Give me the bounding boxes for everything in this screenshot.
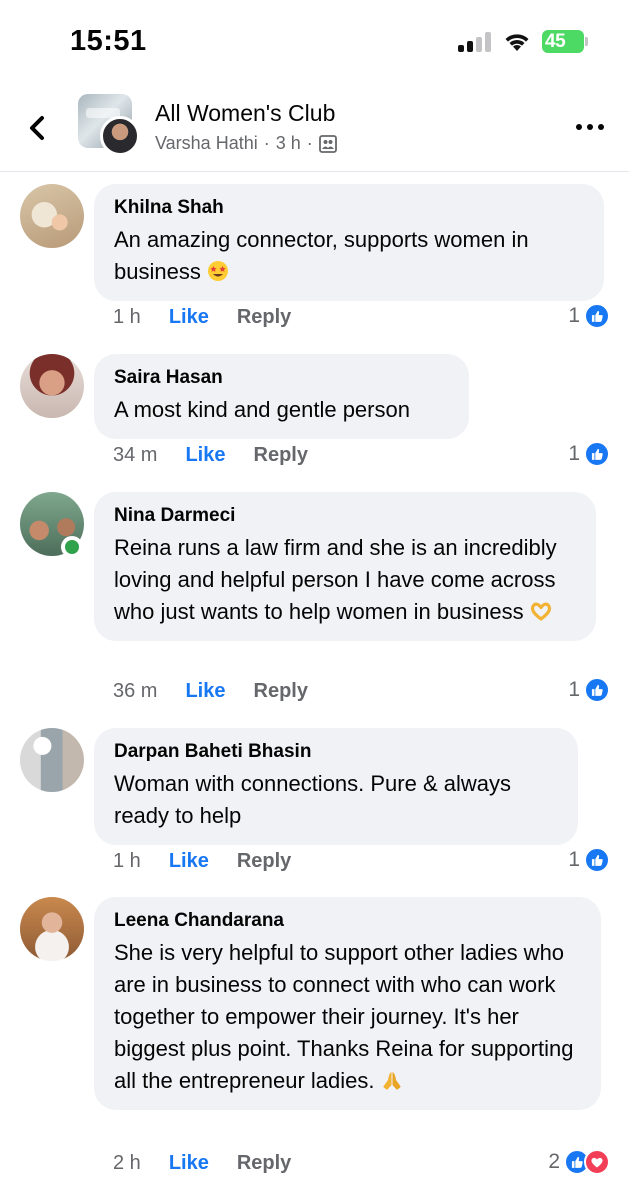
comment-text: She is very helpful to support other lad… xyxy=(114,937,581,1097)
comment-text-body: She is very helpful to support other lad… xyxy=(114,940,574,1093)
comment-actions: 1 h Like Reply xyxy=(113,306,291,329)
comment-time: 1 h xyxy=(113,850,141,872)
like-reaction-icon xyxy=(584,303,610,329)
cellular-signal-icon xyxy=(458,32,492,52)
commenter-avatar[interactable] xyxy=(20,354,84,418)
wifi-icon xyxy=(505,34,529,51)
comment-time: 2 h xyxy=(113,1152,141,1174)
comment-text: An amazing connector, supports women in … xyxy=(114,224,584,288)
battery-icon: 45 xyxy=(542,30,588,53)
group-members-icon xyxy=(318,134,337,153)
comment-actions: 34 m Like Reply xyxy=(113,444,308,467)
folded-hands-emoji xyxy=(381,1072,402,1091)
comment-text: Reina runs a law firm and she is an incr… xyxy=(114,532,576,628)
like-reaction-icon xyxy=(584,441,610,467)
chevron-left-icon[interactable] xyxy=(20,110,56,146)
reaction-summary[interactable]: 1 xyxy=(568,441,610,467)
like-button[interactable]: Like xyxy=(185,444,225,467)
online-status-badge xyxy=(61,536,83,558)
status-bar: 15:51 45 xyxy=(0,0,629,84)
commenter-name[interactable]: Darpan Baheti Bhasin xyxy=(114,740,558,764)
reply-button[interactable]: Reply xyxy=(254,444,308,467)
status-time: 15:51 xyxy=(70,25,147,57)
reply-button[interactable]: Reply xyxy=(254,680,308,703)
comment-text-body: An amazing connector, supports women in … xyxy=(114,227,529,284)
commenter-name[interactable]: Leena Chandarana xyxy=(114,909,581,933)
like-button[interactable]: Like xyxy=(185,680,225,703)
post-time: 3 h xyxy=(275,133,301,153)
reaction-count: 2 xyxy=(548,1150,560,1173)
comment-time: 1 h xyxy=(113,306,141,328)
love-reaction-icon xyxy=(584,1149,610,1175)
poster-name[interactable]: Varsha Hathi xyxy=(155,133,258,154)
comment-actions: 36 m Like Reply xyxy=(113,680,308,703)
reaction-count: 1 xyxy=(568,442,580,465)
reaction-count: 1 xyxy=(568,304,580,327)
comment-bubble[interactable]: Khilna Shah An amazing connector, suppor… xyxy=(94,184,604,301)
commenter-avatar[interactable] xyxy=(20,728,84,792)
more-dots-icon[interactable] xyxy=(576,122,604,132)
like-button[interactable]: Like xyxy=(169,1152,209,1175)
star-struck-emoji xyxy=(207,261,228,281)
comment-text-body: Reina runs a law firm and she is an incr… xyxy=(114,535,557,624)
like-button[interactable]: Like xyxy=(169,306,209,329)
group-title[interactable]: All Women's Club xyxy=(155,100,335,127)
comment-text: Woman with connections. Pure & always re… xyxy=(114,771,511,828)
battery-level: 45 xyxy=(542,30,584,53)
like-reaction-icon xyxy=(584,677,610,703)
poster-avatar xyxy=(100,116,140,156)
heart-hands-emoji xyxy=(530,602,551,621)
commenter-avatar[interactable] xyxy=(20,897,84,961)
byline-separator: · xyxy=(263,133,270,153)
reaction-summary[interactable]: 1 xyxy=(568,677,610,703)
reaction-summary[interactable]: 1 xyxy=(568,303,610,329)
comment-actions: 2 h Like Reply xyxy=(113,1152,291,1175)
commenter-name[interactable]: Saira Hasan xyxy=(114,366,449,390)
comment-bubble[interactable]: Saira Hasan A most kind and gentle perso… xyxy=(94,354,469,439)
comment-time: 34 m xyxy=(113,444,158,466)
reply-button[interactable]: Reply xyxy=(237,306,291,329)
commenter-name[interactable]: Nina Darmeci xyxy=(114,504,576,528)
reply-button[interactable]: Reply xyxy=(237,850,291,873)
comment-actions: 1 h Like Reply xyxy=(113,850,291,873)
post-header: All Women's Club Varsha Hathi · 3 h · xyxy=(0,84,629,172)
comment-bubble[interactable]: Nina Darmeci Reina runs a law firm and s… xyxy=(94,492,596,641)
like-reaction-icon xyxy=(584,847,610,873)
reaction-summary[interactable]: 1 xyxy=(568,847,610,873)
group-avatar[interactable] xyxy=(78,94,140,156)
byline-separator: · xyxy=(306,133,313,153)
reaction-summary[interactable]: 2 xyxy=(548,1149,610,1175)
comment-text: A most kind and gentle person xyxy=(114,397,410,422)
reply-button[interactable]: Reply xyxy=(237,1152,291,1175)
like-button[interactable]: Like xyxy=(169,850,209,873)
comment-bubble[interactable]: Darpan Baheti Bhasin Woman with connecti… xyxy=(94,728,578,845)
comment-time: 36 m xyxy=(113,680,158,702)
commenter-avatar[interactable] xyxy=(20,184,84,248)
comment-bubble[interactable]: Leena Chandarana She is very helpful to … xyxy=(94,897,601,1110)
commenter-name[interactable]: Khilna Shah xyxy=(114,196,584,220)
reaction-count: 1 xyxy=(568,678,580,701)
reaction-count: 1 xyxy=(568,848,580,871)
post-byline: Varsha Hathi · 3 h · xyxy=(155,133,337,154)
